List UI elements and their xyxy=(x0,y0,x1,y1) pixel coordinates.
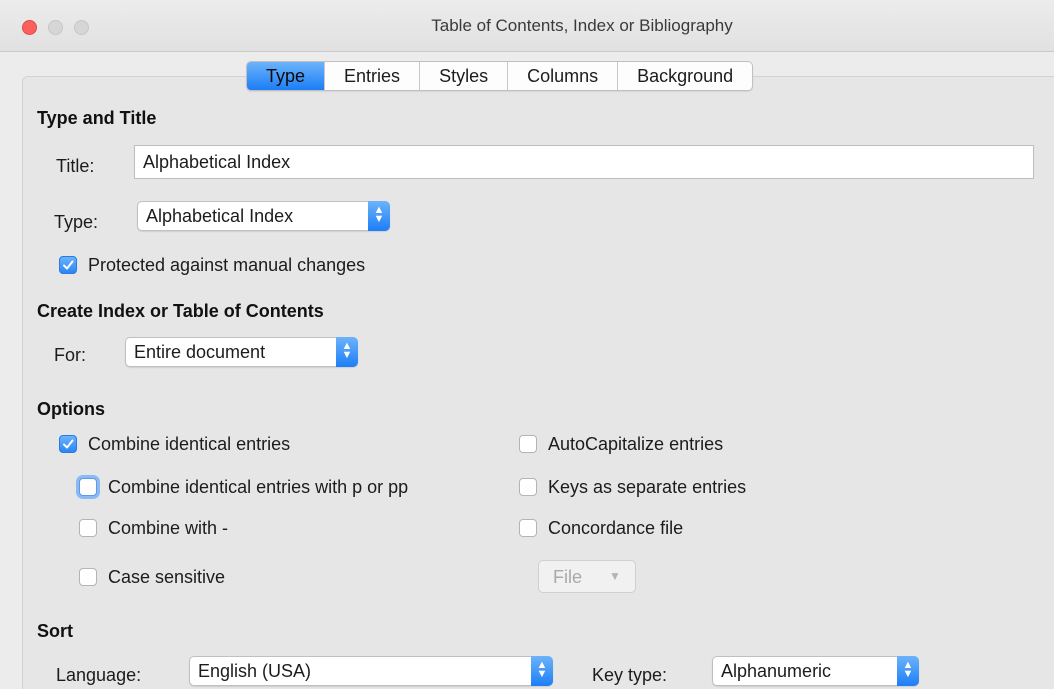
tab-styles[interactable]: Styles xyxy=(420,62,509,90)
up-down-arrows-icon: ▲ ▼ xyxy=(897,656,919,686)
case-sensitive-checkbox[interactable] xyxy=(79,568,97,586)
tab-type[interactable]: Type xyxy=(247,62,326,90)
case-sensitive-row[interactable]: Case sensitive xyxy=(79,566,225,588)
key-type-select[interactable]: Alphanumeric ▲ ▼ xyxy=(712,656,919,686)
sort-heading: Sort xyxy=(37,621,73,641)
protected-checkbox-row[interactable]: Protected against manual changes xyxy=(59,254,365,276)
type-select[interactable]: Alphabetical Index ▲ ▼ xyxy=(137,201,390,231)
combine-p-pp-row[interactable]: Combine identical entries with p or pp xyxy=(79,476,408,498)
for-label: For: xyxy=(54,345,87,365)
autocapitalize-label: AutoCapitalize entries xyxy=(548,433,724,454)
create-index-heading: Create Index or Table of Contents xyxy=(37,301,324,321)
tab-background[interactable]: Background xyxy=(618,62,752,90)
title-bar: Table of Contents, Index or Bibliography xyxy=(0,0,1054,52)
protected-label: Protected against manual changes xyxy=(88,254,366,275)
up-down-arrows-icon: ▲ ▼ xyxy=(368,201,390,231)
case-sensitive-label: Case sensitive xyxy=(108,566,226,587)
combine-p-pp-label: Combine identical entries with p or pp xyxy=(108,476,409,497)
checkmark-icon xyxy=(63,439,74,449)
keys-separate-label: Keys as separate entries xyxy=(548,476,747,497)
chevron-down-icon: ▼ xyxy=(609,569,621,583)
for-select-value: Entire document xyxy=(134,342,266,362)
language-label: Language: xyxy=(56,665,142,685)
for-select[interactable]: Entire document ▲ ▼ xyxy=(125,337,358,367)
keys-separate-checkbox[interactable] xyxy=(519,478,537,496)
tab-bar: Type Entries Styles Columns Background xyxy=(246,61,754,91)
concordance-label: Concordance file xyxy=(548,517,684,538)
type-label: Type: xyxy=(54,212,99,232)
type-and-title-heading: Type and Title xyxy=(37,108,157,128)
title-input[interactable] xyxy=(134,145,1034,179)
window-title: Table of Contents, Index or Bibliography xyxy=(431,16,733,35)
key-type-select-value: Alphanumeric xyxy=(721,661,832,681)
combine-identical-row[interactable]: Combine identical entries xyxy=(59,433,290,455)
key-type-label: Key type: xyxy=(592,665,668,685)
combine-with-dash-checkbox[interactable] xyxy=(79,519,97,537)
autocapitalize-checkbox[interactable] xyxy=(519,435,537,453)
keys-separate-row[interactable]: Keys as separate entries xyxy=(519,476,746,498)
up-down-arrows-icon: ▲ ▼ xyxy=(336,337,358,367)
file-button[interactable]: File ▼ xyxy=(538,560,636,593)
up-down-arrows-icon: ▲ ▼ xyxy=(531,656,553,686)
options-heading: Options xyxy=(37,399,105,419)
file-button-label: File xyxy=(553,567,583,587)
combine-with-dash-row[interactable]: Combine with - xyxy=(79,517,228,539)
concordance-row[interactable]: Concordance file xyxy=(519,517,683,539)
autocapitalize-row[interactable]: AutoCapitalize entries xyxy=(519,433,723,455)
tab-entries[interactable]: Entries xyxy=(325,62,421,90)
combine-with-dash-label: Combine with - xyxy=(108,517,229,538)
language-select[interactable]: English (USA) ▲ ▼ xyxy=(189,656,553,686)
protected-checkbox[interactable] xyxy=(59,256,77,274)
checkmark-icon xyxy=(63,260,74,270)
tab-columns[interactable]: Columns xyxy=(508,62,619,90)
title-label: Title: xyxy=(56,156,95,176)
language-select-value: English (USA) xyxy=(198,661,312,681)
combine-identical-label: Combine identical entries xyxy=(88,433,291,454)
combine-p-pp-checkbox[interactable] xyxy=(79,478,97,496)
type-select-value: Alphabetical Index xyxy=(146,206,294,226)
combine-identical-checkbox[interactable] xyxy=(59,435,77,453)
concordance-checkbox[interactable] xyxy=(519,519,537,537)
